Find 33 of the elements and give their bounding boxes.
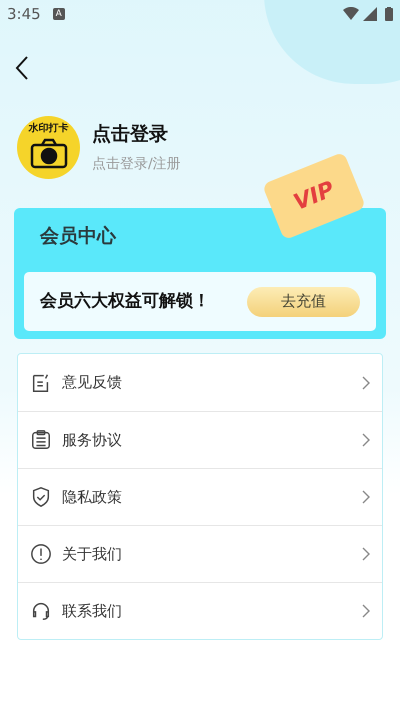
menu-item-label: 联系我们 [62, 600, 123, 622]
chevron-right-icon [362, 433, 370, 447]
menu-item-label: 意见反馈 [62, 372, 123, 394]
exclamation-circle-icon [30, 543, 52, 565]
vip-card-title: 会员中心 [40, 224, 116, 249]
chevron-right-icon [362, 547, 370, 561]
headset-icon [30, 600, 52, 622]
login-subtitle: 点击登录/注册 [92, 154, 181, 174]
vip-message: 会员六大权益可解锁！ [40, 290, 211, 313]
logo-text: 水印打卡 [28, 123, 68, 135]
menu-item[interactable]: 服务协议 [18, 411, 382, 468]
camera-icon [28, 137, 68, 169]
chevron-right-icon [362, 604, 370, 618]
status-time: 3:45 [7, 4, 41, 25]
chevron-right-icon [362, 376, 370, 390]
recharge-button[interactable]: 去充值 [247, 286, 360, 316]
notification-icon: A [52, 8, 65, 20]
back-icon [14, 55, 30, 81]
menu-item[interactable]: 隐私政策 [18, 468, 382, 525]
battery-icon [385, 7, 393, 21]
menu-item-label: 服务协议 [62, 430, 123, 451]
menu-item[interactable]: 意见反馈 [18, 354, 382, 411]
clipboard-icon [30, 429, 52, 451]
login-title[interactable]: 点击登录 [92, 120, 181, 149]
menu-item-label: 隐私政策 [62, 486, 123, 508]
menu-item[interactable]: 关于我们 [18, 525, 382, 582]
vip-label: VIP [289, 176, 339, 218]
wifi-icon [343, 7, 359, 21]
signal-icon [363, 7, 377, 21]
shield-check-icon [30, 486, 52, 508]
menu-item-label: 关于我们 [62, 544, 123, 565]
chevron-right-icon [362, 490, 370, 504]
menu-item[interactable]: 联系我们 [18, 582, 382, 639]
